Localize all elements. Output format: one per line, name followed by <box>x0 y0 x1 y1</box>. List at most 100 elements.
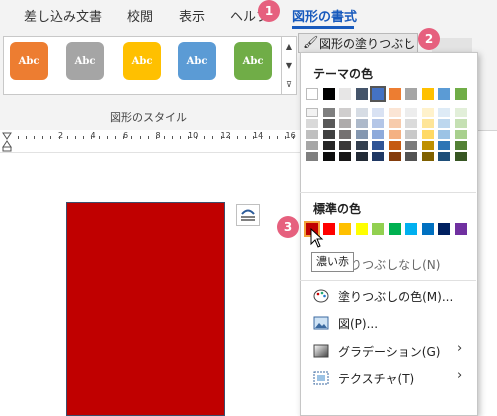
theme-color-swatch[interactable] <box>355 152 368 161</box>
menu-divider <box>300 192 476 193</box>
theme-color-swatch[interactable] <box>339 108 351 117</box>
theme-color-swatch[interactable] <box>306 119 318 128</box>
theme-color-swatch[interactable] <box>438 108 450 117</box>
theme-color-swatch[interactable] <box>322 152 335 161</box>
gradient-icon <box>313 343 329 358</box>
more-fill-colors-option[interactable]: 塗りつぶしの色(M)... <box>338 288 453 305</box>
theme-color-swatch[interactable] <box>372 108 384 117</box>
theme-color-swatch[interactable] <box>306 152 318 161</box>
ruler-tick <box>155 136 157 139</box>
theme-color-swatch[interactable] <box>421 108 434 117</box>
theme-color-swatch[interactable] <box>405 108 417 117</box>
theme-color-swatch[interactable] <box>405 141 417 150</box>
standard-color-swatch[interactable] <box>405 223 417 235</box>
theme-color-swatch[interactable] <box>322 88 335 100</box>
theme-color-swatch[interactable] <box>339 130 351 139</box>
tab-mailings[interactable]: 差し込み文書 <box>24 6 102 25</box>
theme-color-swatch[interactable] <box>339 141 351 150</box>
texture-option[interactable]: テクスチャ(T) <box>338 370 414 387</box>
standard-color-swatch[interactable] <box>339 223 351 235</box>
style-swatch-green[interactable]: Abc <box>234 42 272 80</box>
theme-color-swatch[interactable] <box>454 119 467 128</box>
theme-color-swatch[interactable] <box>421 141 434 150</box>
theme-color-swatch[interactable] <box>405 152 417 161</box>
theme-color-swatch[interactable] <box>339 119 351 128</box>
theme-color-swatch[interactable] <box>339 88 351 100</box>
chevron-down-icon[interactable]: ⌄ <box>405 36 413 46</box>
style-swatch-gold[interactable]: Abc <box>123 42 161 80</box>
theme-color-swatch[interactable] <box>438 152 450 161</box>
theme-color-swatch[interactable] <box>388 141 401 150</box>
theme-color-swatch[interactable] <box>388 130 401 139</box>
theme-color-swatch[interactable] <box>355 130 368 139</box>
theme-color-swatch[interactable] <box>306 130 318 139</box>
shape-fill-button[interactable]: 🖌 図形の塗りつぶし ⌄ <box>298 33 418 53</box>
theme-color-swatch[interactable] <box>372 152 384 161</box>
tab-view[interactable]: 表示 <box>179 6 205 25</box>
standard-color-swatch[interactable] <box>454 223 467 235</box>
layout-options-icon[interactable] <box>236 204 260 226</box>
theme-color-swatch[interactable] <box>306 88 318 100</box>
theme-color-swatch[interactable] <box>370 86 386 102</box>
theme-color-swatch[interactable] <box>306 108 318 117</box>
theme-color-swatch[interactable] <box>322 119 335 128</box>
step-badge-1: 1 <box>258 0 280 22</box>
theme-color-swatch[interactable] <box>388 108 401 117</box>
ruler-tick <box>204 136 206 139</box>
gallery-up-icon[interactable]: ▲ <box>282 37 296 56</box>
theme-color-swatch[interactable] <box>454 141 467 150</box>
style-swatch-orange[interactable]: Abc <box>10 42 48 80</box>
theme-color-swatch[interactable] <box>372 130 384 139</box>
theme-color-swatch[interactable] <box>388 152 401 161</box>
standard-color-swatch[interactable] <box>355 223 368 235</box>
gradient-option[interactable]: グラデーション(G) <box>338 343 440 360</box>
theme-color-swatch[interactable] <box>388 88 401 100</box>
standard-color-swatch[interactable] <box>421 223 434 235</box>
theme-color-swatch[interactable] <box>454 130 467 139</box>
theme-color-swatch[interactable] <box>372 119 384 128</box>
theme-color-swatch[interactable] <box>454 152 467 161</box>
tab-review[interactable]: 校閲 <box>127 6 153 25</box>
ruler-tick <box>244 136 246 139</box>
theme-color-swatch[interactable] <box>421 152 434 161</box>
theme-color-swatch[interactable] <box>454 108 467 117</box>
theme-color-swatch[interactable] <box>388 119 401 128</box>
theme-color-swatch[interactable] <box>438 130 450 139</box>
picture-fill-option[interactable]: 図(P)... <box>338 315 378 332</box>
tab-shape-format[interactable]: 図形の書式 <box>292 6 357 25</box>
style-swatch-gray[interactable]: Abc <box>66 42 104 80</box>
theme-color-swatch[interactable] <box>339 152 351 161</box>
standard-color-swatch[interactable] <box>322 223 335 235</box>
theme-color-swatch[interactable] <box>405 119 417 128</box>
ruler-tick <box>82 136 84 139</box>
theme-color-swatch[interactable] <box>405 88 417 100</box>
theme-color-swatch[interactable] <box>405 130 417 139</box>
theme-color-swatch[interactable] <box>438 141 450 150</box>
theme-color-swatch[interactable] <box>306 141 318 150</box>
red-rectangle-shape[interactable] <box>66 202 225 416</box>
chevron-right-icon: › <box>457 368 463 383</box>
ruler-tick <box>123 136 125 139</box>
theme-color-swatch[interactable] <box>355 108 368 117</box>
theme-color-swatch[interactable] <box>421 119 434 128</box>
theme-color-swatch[interactable] <box>322 108 335 117</box>
ruler-labels: 2 4 6 8 10 12 14 16 <box>0 131 300 144</box>
theme-color-swatch[interactable] <box>355 119 368 128</box>
picture-icon <box>313 315 329 330</box>
standard-color-swatch[interactable] <box>388 223 401 235</box>
theme-color-swatch[interactable] <box>438 88 450 100</box>
theme-color-swatch[interactable] <box>421 130 434 139</box>
theme-color-swatch[interactable] <box>322 130 335 139</box>
theme-color-swatch[interactable] <box>438 119 450 128</box>
theme-color-swatch[interactable] <box>355 88 368 100</box>
standard-color-swatch[interactable] <box>438 223 450 235</box>
theme-color-swatch[interactable] <box>322 141 335 150</box>
gallery-down-icon[interactable]: ▼ <box>282 56 296 75</box>
style-swatch-blue[interactable]: Abc <box>178 42 216 80</box>
theme-color-swatch[interactable] <box>454 88 467 100</box>
theme-color-swatch[interactable] <box>421 88 434 100</box>
theme-color-swatch[interactable] <box>355 141 368 150</box>
gallery-more-icon[interactable]: ⊽ <box>282 75 296 94</box>
standard-color-swatch[interactable] <box>372 223 384 235</box>
theme-color-swatch[interactable] <box>372 141 384 150</box>
